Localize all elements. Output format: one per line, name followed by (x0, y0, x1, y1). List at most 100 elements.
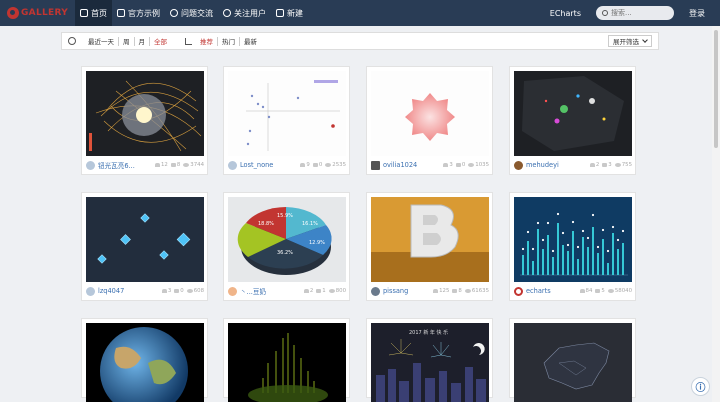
comment-count: 0 (461, 162, 466, 168)
avatar[interactable] (86, 286, 95, 296)
pie-slice-label: 36.2% (277, 250, 293, 256)
top-navigation-bar: GALLERY 首页 官方示例 问题交流 关注用户 新建 ECharts 登录 (0, 0, 720, 26)
edit-icon (276, 9, 284, 17)
filter-week[interactable]: 周 (119, 36, 134, 46)
chart-thumbnail[interactable] (514, 71, 632, 156)
author-name[interactable]: lzq4047 (98, 287, 124, 295)
sort-recommended[interactable]: 推荐 (196, 36, 217, 46)
nav-followed-users[interactable]: 关注用户 (218, 0, 271, 26)
nav-official-examples[interactable]: 官方示例 (112, 0, 165, 26)
chart-thumbnail[interactable] (86, 71, 204, 156)
eye-icon (223, 9, 231, 17)
author-name[interactable]: 丶...豆奶 (240, 286, 266, 296)
nav-questions-label: 问题交流 (181, 8, 213, 18)
avatar[interactable] (371, 160, 380, 170)
heart-icon (154, 163, 160, 167)
decorative-bar (602, 239, 604, 275)
filter-all[interactable]: 全部 (150, 36, 171, 46)
heart-icon (579, 289, 585, 293)
gallery-card[interactable]: echarts 84 5 58040 (509, 192, 636, 301)
chart-thumbnail[interactable]: 15.9% 16.1% 18.8% 12.9% 36.2% (228, 197, 346, 282)
gallery-card[interactable]: mehudeyi 2 3 755 (509, 66, 636, 175)
gallery-card[interactable]: 15.9% 16.1% 18.8% 12.9% 36.2% 丶...豆奶 2 1… (223, 192, 350, 301)
pie-slice-label: 18.8% (258, 221, 274, 227)
comment-icon (170, 163, 176, 167)
chart-thumbnail[interactable] (228, 323, 346, 402)
author-name[interactable]: Lost_none (240, 161, 273, 169)
filter-last-day[interactable]: 最近一天 (84, 36, 118, 46)
author-name[interactable]: mehudeyi (526, 161, 559, 169)
gallery-card[interactable] (223, 318, 350, 402)
chart-thumbnail[interactable] (86, 323, 204, 402)
chart-thumbnail[interactable] (86, 197, 204, 282)
decorative-bar (527, 241, 529, 275)
chart-thumbnail[interactable] (228, 71, 346, 156)
chart-thumbnail[interactable]: 2017 新 年 快 乐 (371, 323, 489, 402)
gallery-card[interactable]: 2017 新 年 快 乐 (366, 318, 493, 402)
decorative-dot (521, 247, 525, 251)
author-name[interactable]: echarts (526, 287, 551, 295)
search-box[interactable] (596, 6, 674, 20)
sort-hot[interactable]: 热门 (218, 36, 239, 46)
page-scrollbar[interactable] (712, 26, 720, 402)
nav-create[interactable]: 新建 (271, 0, 308, 26)
avatar[interactable] (514, 160, 523, 170)
decorative-bar (572, 231, 574, 275)
comment-icon (602, 163, 608, 167)
gallery-logo[interactable]: GALLERY (7, 7, 75, 19)
avatar[interactable] (514, 286, 523, 296)
expand-filter-button[interactable]: 展开筛选 (608, 35, 652, 47)
author-name[interactable]: pissang (383, 287, 408, 295)
gallery-card[interactable]: 钮光瓦亮6... 12 8 3744 (81, 66, 208, 175)
avatar[interactable] (228, 160, 237, 170)
gallery-card[interactable]: ovilia1024 3 0 1035 (366, 66, 493, 175)
decorative-dot (606, 249, 610, 253)
decorative-bar (622, 243, 624, 275)
decorative-dot (596, 245, 600, 249)
decorative-dot (581, 229, 585, 233)
avatar[interactable] (371, 286, 380, 296)
nav-questions[interactable]: 问题交流 (165, 0, 218, 26)
chart-thumbnail[interactable] (371, 197, 489, 282)
card-meta: pissang 125 8 61635 (371, 285, 489, 297)
chart-thumbnail[interactable] (514, 323, 632, 402)
view-count: 800 (335, 288, 346, 294)
bar-line-thumbnail-image (520, 212, 628, 276)
gallery-card[interactable]: lzq4047 3 0 608 (81, 192, 208, 301)
nav-home[interactable]: 首页 (75, 0, 112, 26)
decorative-dot (526, 230, 530, 234)
gallery-card[interactable] (81, 318, 208, 402)
chart-thumbnail[interactable] (514, 197, 632, 282)
card-meta: ovilia1024 3 0 1035 (371, 159, 489, 171)
login-link[interactable]: 登录 (689, 8, 705, 19)
decorative-dot (531, 247, 535, 251)
avatar[interactable] (86, 160, 95, 170)
fireworks-title: 2017 新 年 快 乐 (409, 329, 448, 336)
echarts-link[interactable]: ECharts (550, 9, 581, 18)
card-stats: 125 8 61635 (430, 288, 489, 294)
decorative-dot (536, 221, 540, 225)
chevron-down-icon (642, 36, 648, 43)
clock-icon (68, 37, 76, 45)
filter-month[interactable]: 月 (135, 36, 150, 46)
sort-newest[interactable]: 最新 (240, 36, 261, 46)
gallery-card[interactable]: pissang 125 8 61635 (366, 192, 493, 301)
eye-icon (325, 163, 332, 167)
decorative-dot (541, 238, 545, 242)
help-button[interactable]: ⓘ (691, 377, 710, 396)
decorative-bar (597, 253, 599, 275)
avatar[interactable] (228, 286, 237, 296)
gallery-card[interactable] (509, 318, 636, 402)
like-count: 84 (585, 288, 593, 294)
gallery-card[interactable]: Lost_none 9 0 2535 (223, 66, 350, 175)
decorative-bar (557, 223, 559, 275)
author-name[interactable]: 钮光瓦亮6... (98, 160, 135, 170)
scrollbar-thumb[interactable] (714, 30, 718, 148)
like-count: 125 (439, 288, 450, 294)
like-count: 9 (306, 162, 310, 168)
decorative-dot (621, 229, 625, 233)
chart-thumbnail[interactable] (371, 71, 489, 156)
search-input[interactable] (611, 9, 667, 17)
heart-icon (443, 163, 449, 167)
author-name[interactable]: ovilia1024 (383, 161, 417, 169)
